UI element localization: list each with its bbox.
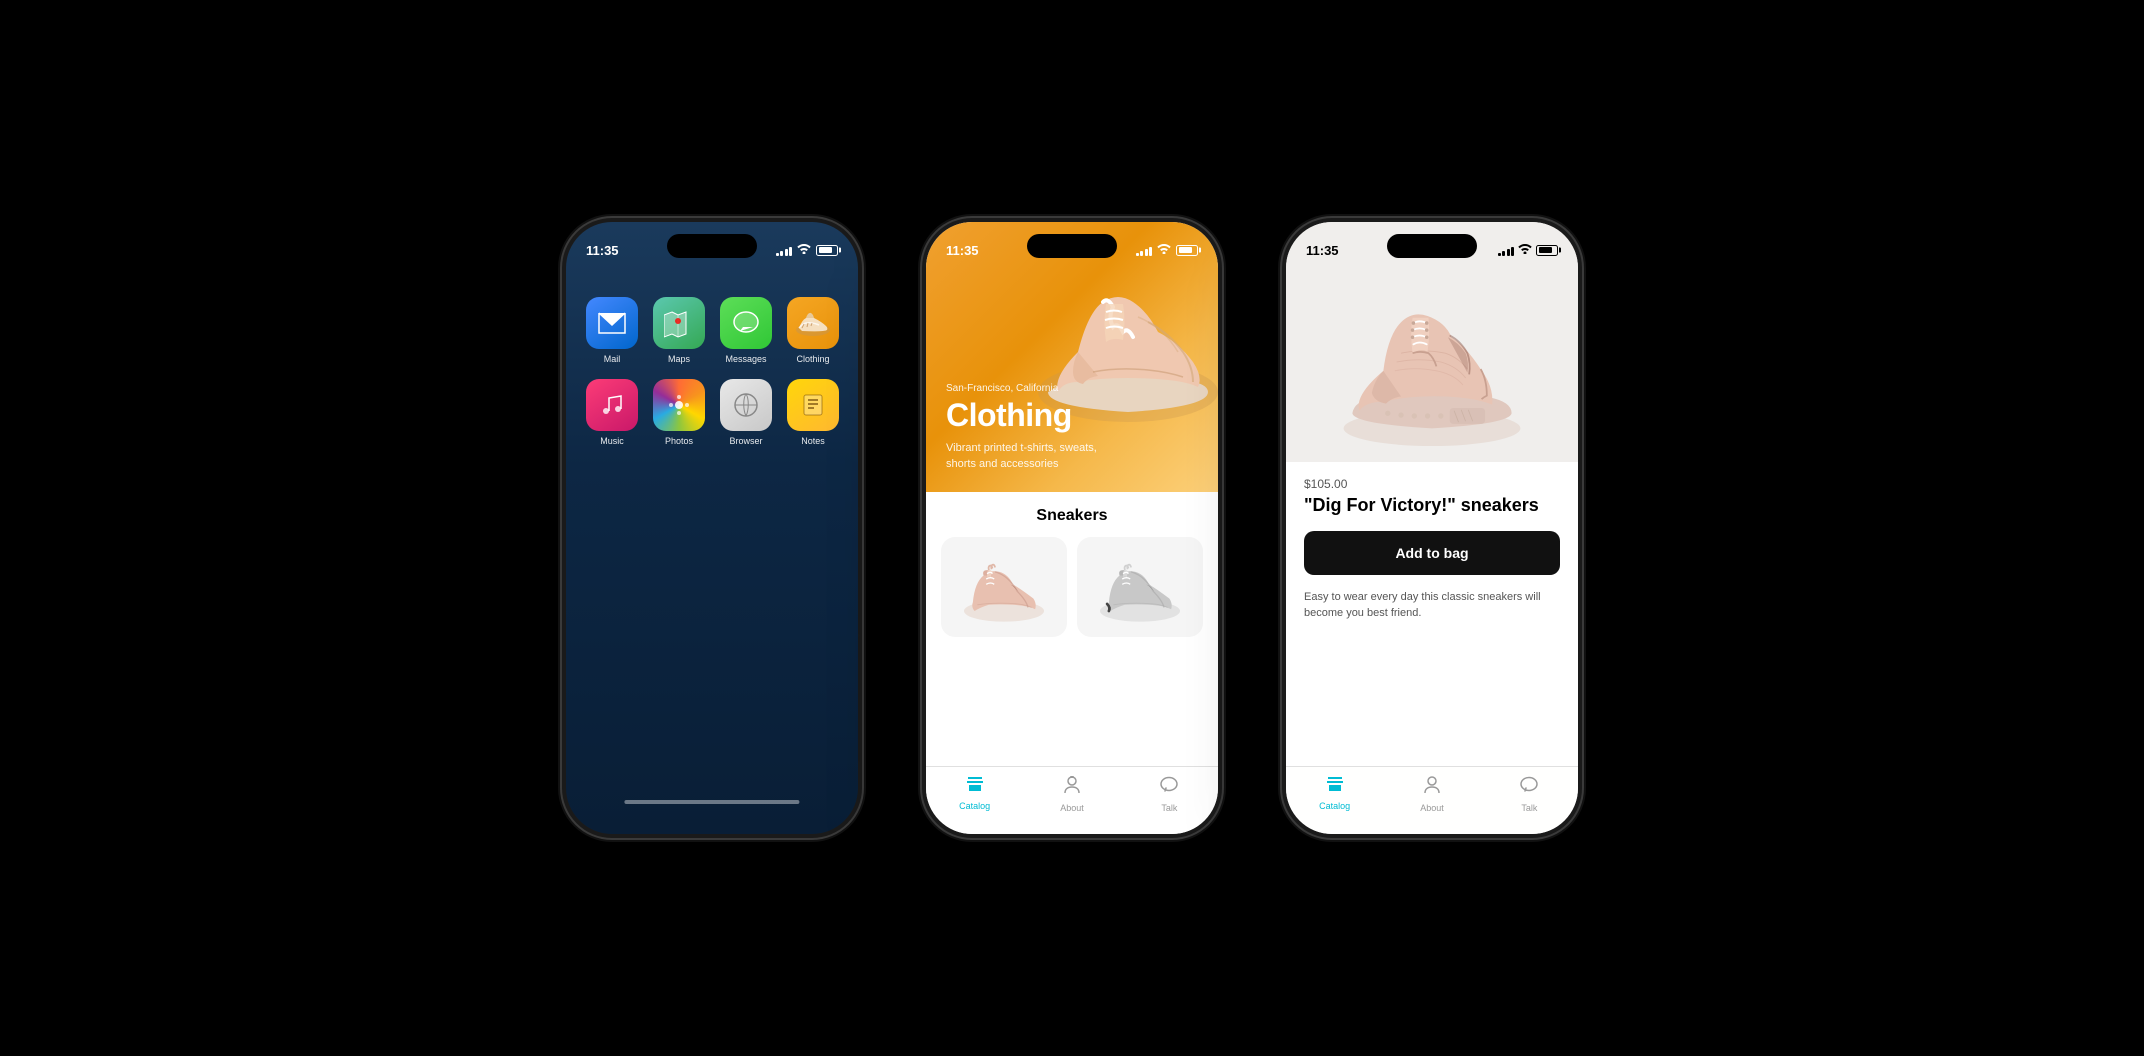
- hero-text: San-Francisco, California Clothing Vibra…: [946, 383, 1106, 472]
- catalog-screen: 11:35: [926, 222, 1218, 834]
- catalog-tab-icon: [1324, 775, 1346, 798]
- product-price: $105.00: [1304, 477, 1560, 491]
- wifi-icon: [1157, 243, 1171, 257]
- notes-label: Notes: [801, 436, 825, 446]
- catalog-tab-icon: [964, 775, 986, 798]
- maps-icon: [653, 297, 705, 349]
- hero-section: 11:35: [926, 222, 1218, 492]
- product-detail-body: $105.00 "Dig For Victory!" sneakers Add …: [1286, 462, 1578, 766]
- dynamic-island: [1387, 234, 1477, 258]
- hero-subtitle: Vibrant printed t-shirts, sweats, shorts…: [946, 441, 1106, 472]
- tab-about[interactable]: About: [1023, 775, 1120, 813]
- home-icons-grid: Mail Maps Messages: [566, 282, 858, 461]
- section-title: Sneakers: [941, 507, 1203, 525]
- status-icons: [1498, 241, 1559, 259]
- app-music[interactable]: Music: [586, 379, 638, 446]
- tab-catalog-label: Catalog: [1319, 801, 1350, 811]
- dynamic-island: [667, 234, 757, 258]
- time: 11:35: [1306, 243, 1339, 258]
- product-name: "Dig For Victory!" sneakers: [1304, 495, 1560, 517]
- home-indicator: [624, 800, 799, 804]
- maps-label: Maps: [668, 354, 690, 364]
- add-to-bag-button[interactable]: Add to bag: [1304, 531, 1560, 575]
- talk-tab-icon: [1159, 775, 1179, 800]
- tab-bar: Catalog About Talk: [1286, 766, 1578, 834]
- tab-catalog-label: Catalog: [959, 801, 990, 811]
- phone2: 11:35: [922, 218, 1222, 838]
- browser-label: Browser: [729, 436, 762, 446]
- phone1: 11:35: [562, 218, 862, 838]
- app-clothing[interactable]: Clothing: [787, 297, 839, 364]
- app-messages[interactable]: Messages: [720, 297, 772, 364]
- notes-icon: [787, 379, 839, 431]
- hero-location: San-Francisco, California: [946, 383, 1106, 394]
- clothing-label: Clothing: [796, 354, 829, 364]
- app-notes[interactable]: Notes: [787, 379, 839, 446]
- messages-icon: [720, 297, 772, 349]
- wifi-icon: [1518, 241, 1532, 259]
- battery-icon: [1536, 245, 1558, 256]
- signal-icon: [1136, 245, 1153, 256]
- tab-about-label: About: [1420, 803, 1444, 813]
- battery-icon: [1176, 245, 1198, 256]
- signal-icon: [1498, 245, 1515, 256]
- status-icons: [1136, 243, 1199, 257]
- catalog-content: Sneakers: [926, 492, 1218, 766]
- music-label: Music: [600, 436, 624, 446]
- phone3: 11:35: [1282, 218, 1582, 838]
- tab-catalog[interactable]: Catalog: [926, 775, 1023, 811]
- about-tab-icon: [1422, 775, 1442, 800]
- app-browser[interactable]: Browser: [720, 379, 772, 446]
- talk-tab-icon: [1519, 775, 1539, 800]
- tab-talk[interactable]: Talk: [1481, 775, 1578, 813]
- photos-label: Photos: [665, 436, 693, 446]
- clothing-icon: [787, 297, 839, 349]
- messages-label: Messages: [725, 354, 766, 364]
- product-grid: [941, 537, 1203, 637]
- music-icon: [586, 379, 638, 431]
- browser-icon: [720, 379, 772, 431]
- time: 11:35: [586, 243, 619, 258]
- status-icons: [776, 243, 839, 257]
- app-mail[interactable]: Mail: [586, 297, 638, 364]
- tab-about[interactable]: About: [1383, 775, 1480, 813]
- tab-bar: Catalog About Talk: [926, 766, 1218, 834]
- tab-talk-label: Talk: [1161, 803, 1177, 813]
- mail-label: Mail: [604, 354, 621, 364]
- product-card-pink[interactable]: [941, 537, 1067, 637]
- wifi-icon: [797, 243, 811, 257]
- hero-title: Clothing: [946, 398, 1106, 433]
- battery-icon: [816, 245, 838, 256]
- mail-icon: [586, 297, 638, 349]
- product-card-grey[interactable]: [1077, 537, 1203, 637]
- tab-about-label: About: [1060, 803, 1084, 813]
- product-description: Easy to wear every day this classic snea…: [1304, 589, 1560, 622]
- tab-talk[interactable]: Talk: [1121, 775, 1218, 813]
- dynamic-island: [1027, 234, 1117, 258]
- photos-icon: [653, 379, 705, 431]
- app-maps[interactable]: Maps: [653, 297, 705, 364]
- app-photos[interactable]: Photos: [653, 379, 705, 446]
- signal-icon: [776, 245, 793, 256]
- time: 11:35: [946, 243, 979, 258]
- product-detail-screen: 11:35: [1286, 222, 1578, 834]
- home-screen: 11:35: [566, 222, 858, 834]
- about-tab-icon: [1062, 775, 1082, 800]
- tab-catalog[interactable]: Catalog: [1286, 775, 1383, 811]
- tab-talk-label: Talk: [1521, 803, 1537, 813]
